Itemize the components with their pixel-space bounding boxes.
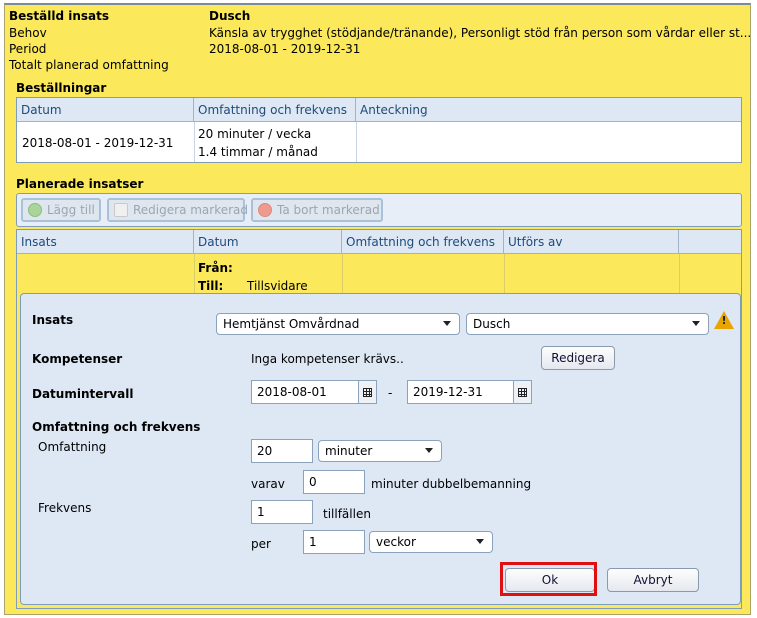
per-unit-select[interactable]: veckor xyxy=(369,531,493,553)
omfattning-input[interactable]: 20 xyxy=(251,439,313,463)
order-omfattning-line1[interactable]: 20 minuter / vecka xyxy=(198,127,311,141)
date-to-calendar-button[interactable] xyxy=(514,380,532,404)
planned-col-utfors-av[interactable]: Utförs av xyxy=(504,230,679,254)
insats-summary-label: Beställd insats xyxy=(9,9,110,23)
insats-sub-select-value: Dusch xyxy=(473,317,511,331)
datumintervall-label: Datumintervall xyxy=(32,387,134,401)
cancel-button[interactable]: Avbryt xyxy=(607,568,699,592)
insats-sub-select[interactable]: Dusch xyxy=(466,313,709,335)
order-omfattning-line2[interactable]: 1.4 timmar / månad xyxy=(198,145,318,159)
planned-table-header: Insats Datum Omfattning och frekvens Utf… xyxy=(17,230,741,254)
frekvens-suffix: tillfällen xyxy=(323,507,371,521)
frekvens-input[interactable]: 1 xyxy=(251,500,313,524)
plus-circle-icon xyxy=(28,203,42,217)
planned-divider xyxy=(504,254,505,294)
omfattning-unit-value: minuter xyxy=(325,444,373,458)
omfattning-label: Omfattning xyxy=(38,440,107,454)
date-from-input[interactable]: 2018-08-01 xyxy=(251,380,359,404)
frekvens-label: Frekvens xyxy=(38,501,92,515)
planned-col-datum[interactable]: Datum xyxy=(194,230,342,254)
chevron-down-icon xyxy=(692,321,700,326)
behov-value: Känsla av trygghet (stödjande/tränande),… xyxy=(209,26,752,40)
orders-col-datum[interactable]: Datum xyxy=(17,98,194,122)
orders-col-anteckning[interactable]: Anteckning xyxy=(356,98,741,122)
remove-selected-button[interactable]: Ta bort markerad xyxy=(251,198,383,222)
orders-table-header: Datum Omfattning och frekvens Anteckning xyxy=(17,98,741,122)
omfattning-unit-select[interactable]: minuter xyxy=(318,440,442,462)
insats-summary-value: Dusch xyxy=(209,9,251,23)
chevron-down-icon xyxy=(425,448,433,453)
planned-col-insats[interactable]: Insats xyxy=(17,230,194,254)
edit-selected-button[interactable]: Redigera markerad xyxy=(107,198,249,222)
behov-label: Behov xyxy=(9,26,47,40)
date-from-calendar-button[interactable] xyxy=(359,380,377,404)
add-button[interactable]: Lägg till xyxy=(21,198,101,222)
per-input[interactable]: 1 xyxy=(303,530,365,554)
kompetenser-label: Kompetenser xyxy=(32,352,123,366)
planned-col-omfattning[interactable]: Omfattning och frekvens xyxy=(342,230,504,254)
kompetenser-value: Inga kompetenser krävs.. xyxy=(251,352,404,366)
planned-title: Planerade insatser xyxy=(16,177,144,191)
edit-selected-label: Redigera markerad xyxy=(133,203,249,217)
calendar-icon xyxy=(518,388,527,397)
calendar-icon xyxy=(363,388,372,397)
insats-select[interactable]: Hemtjänst Omvårdnad xyxy=(216,313,460,335)
orders-divider xyxy=(194,122,195,162)
varav-label: varav xyxy=(251,477,285,491)
varav-suffix: minuter dubbelbemanning xyxy=(371,477,532,491)
planned-divider xyxy=(194,254,195,294)
planned-divider xyxy=(342,254,343,294)
per-label: per xyxy=(251,537,271,551)
orders-divider xyxy=(356,122,357,162)
form-insats-label: Insats xyxy=(32,313,74,327)
varav-input[interactable]: 0 xyxy=(303,470,365,494)
insats-select-value: Hemtjänst Omvårdnad xyxy=(223,317,360,331)
planned-service-edit-form: Insats Hemtjänst Omvårdnad Dusch ! Kompe… xyxy=(20,293,741,605)
planned-from-label: Från: xyxy=(198,261,233,275)
pencil-icon xyxy=(114,203,128,217)
omfattning-section-label: Omfattning och frekvens xyxy=(32,420,201,434)
orders-table: Datum Omfattning och frekvens Anteckning… xyxy=(16,97,742,163)
period-value: 2018-08-01 - 2019-12-31 xyxy=(209,42,361,56)
ok-button-highlight xyxy=(500,562,597,596)
orders-col-omfattning[interactable]: Omfattning och frekvens xyxy=(194,98,356,122)
date-to-input[interactable]: 2019-12-31 xyxy=(407,380,514,404)
ordered-service-panel: Beställd insats Dusch Behov Känsla av tr… xyxy=(4,3,751,615)
per-unit-value: veckor xyxy=(376,535,416,549)
remove-selected-label: Ta bort markerad xyxy=(277,203,380,217)
minus-circle-icon xyxy=(258,203,272,217)
planned-toolbar: Lägg till Redigera markerad Ta bort mark… xyxy=(16,193,742,227)
chevron-down-icon xyxy=(443,321,451,326)
chevron-down-icon xyxy=(476,539,484,544)
add-button-label: Lägg till xyxy=(47,203,95,217)
edit-competences-button[interactable]: Redigera xyxy=(541,346,615,370)
planned-divider xyxy=(679,254,680,294)
date-separator: - xyxy=(388,386,393,400)
planned-to-label: Till: xyxy=(198,279,224,293)
orders-title: Beställningar xyxy=(16,81,107,95)
order-datum-cell[interactable]: 2018-08-01 - 2019-12-31 xyxy=(22,136,173,150)
planned-to-value: Tillsvidare xyxy=(247,279,308,293)
period-label: Period xyxy=(9,42,47,56)
warning-icon[interactable]: ! xyxy=(714,311,734,329)
total-scope-label: Totalt planerad omfattning xyxy=(9,58,169,72)
